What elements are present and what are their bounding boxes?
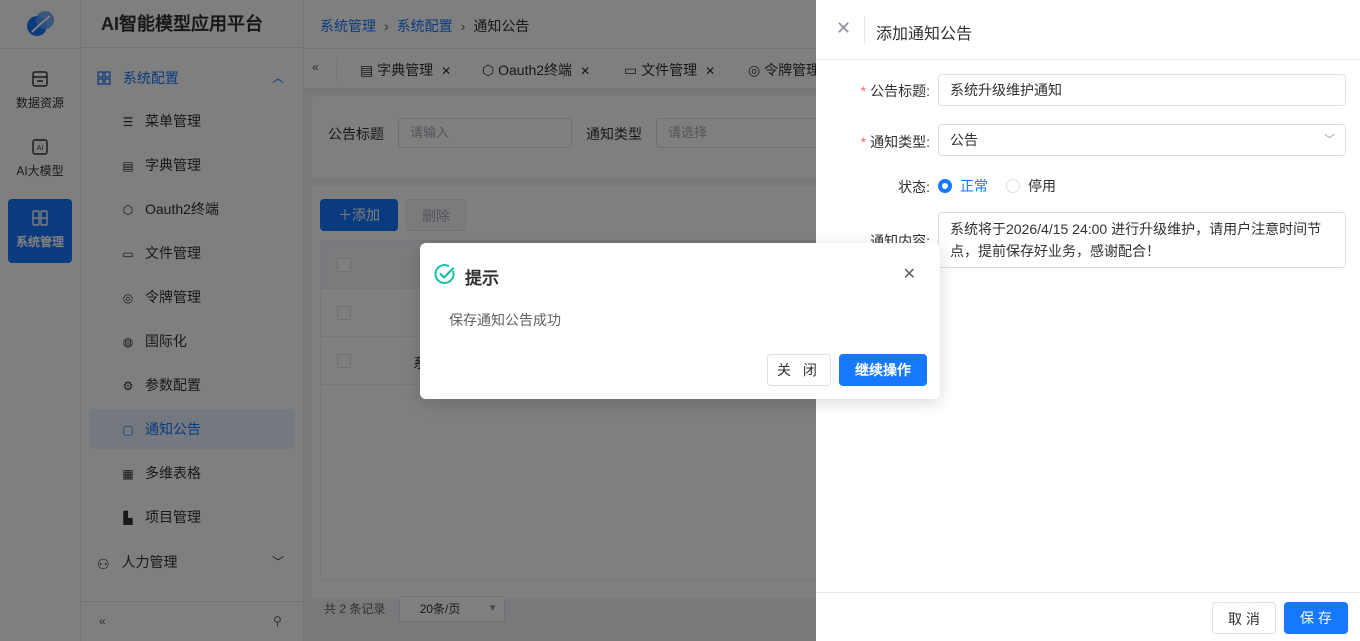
watermark-line2: 转到"设置"以激活 Windows。 — [1099, 595, 1269, 610]
close-button[interactable]: 关 闭 — [767, 354, 831, 386]
watermark-line1: 激活 Windows — [1099, 567, 1226, 589]
close-icon[interactable]: ✕ — [903, 264, 916, 284]
success-dialog: 提示 ✕ 保存通知公告成功 关 闭 继续操作 — [420, 243, 940, 399]
check-circle-icon — [434, 264, 455, 284]
dialog-message: 保存通知公告成功 — [449, 312, 561, 328]
dialog-title: 提示 — [465, 269, 499, 288]
continue-button[interactable]: 继续操作 — [839, 354, 927, 386]
windows-activation-watermark: 激活 Windows 转到"设置"以激活 Windows。 — [1099, 561, 1269, 611]
